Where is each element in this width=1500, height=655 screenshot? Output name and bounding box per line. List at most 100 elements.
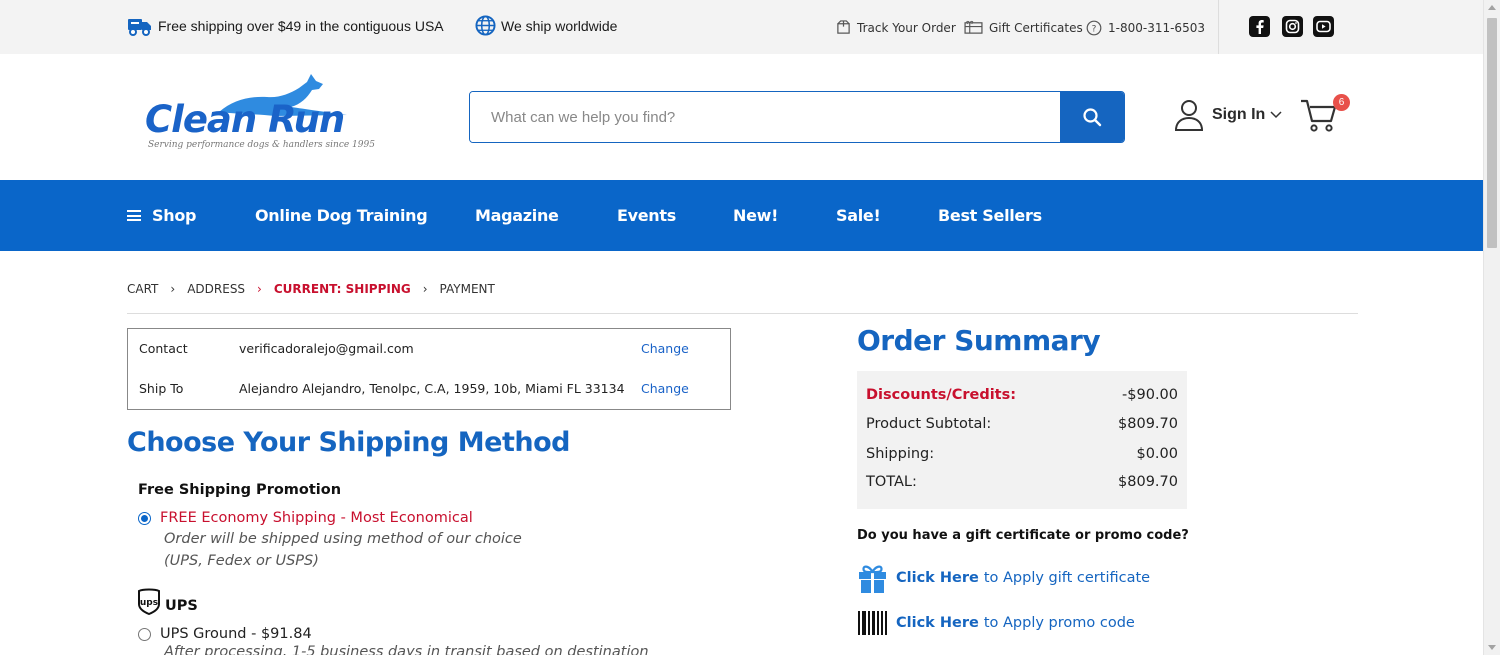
chevron-down-icon — [1270, 111, 1282, 119]
truck-icon — [128, 19, 151, 36]
breadcrumb-divider — [127, 313, 1358, 314]
gift-link-text[interactable]: to Apply gift certificate — [984, 570, 1150, 586]
gift-certificates-link[interactable]: Gift Certificates — [964, 20, 1083, 35]
free-economy-note-2: (UPS, Fedex or USPS) — [164, 553, 319, 569]
search-icon — [1083, 108, 1102, 127]
discounts-label: Discounts/Credits: — [866, 387, 1017, 403]
page-scrollbar[interactable] — [1483, 0, 1500, 655]
ups-ground-radio[interactable] — [138, 627, 151, 641]
phone-link[interactable]: ? 1-800-311-6503 — [1086, 20, 1205, 36]
change-contact-link[interactable]: Change — [641, 341, 689, 356]
search-input[interactable] — [470, 92, 1060, 142]
total-value: $809.70 — [1118, 474, 1178, 490]
hamburger-icon — [127, 208, 141, 224]
shipping-value: $0.00 — [1136, 446, 1178, 462]
worldwide-notice: We ship worldwide — [475, 15, 617, 36]
track-order-link[interactable]: Track Your Order — [836, 20, 956, 35]
free-economy-option[interactable]: FREE Economy Shipping - Most Economical — [138, 510, 473, 526]
certificate-icon — [964, 20, 983, 34]
logo-tagline: Serving performance dogs & handlers sinc… — [148, 140, 375, 150]
breadcrumb-address[interactable]: ADDRESS — [187, 282, 245, 296]
free-shipping-group-title: Free Shipping Promotion — [138, 482, 342, 498]
search-button[interactable] — [1060, 92, 1124, 142]
user-icon — [1174, 100, 1204, 131]
sign-in-label[interactable]: Sign In — [1212, 106, 1265, 124]
free-shipping-notice: Free shipping over $49 in the contiguous… — [127, 15, 444, 37]
globe-icon — [475, 15, 496, 36]
ups-ground-option[interactable]: UPS Ground - $91.84 — [138, 626, 312, 642]
chevron-right-icon: › — [422, 282, 428, 296]
package-icon — [837, 20, 850, 34]
clean-run-logo[interactable]: Clean Run Serving performance dogs & han… — [145, 72, 385, 154]
ups-ground-note: After processing, 1-5 business days in t… — [164, 644, 649, 655]
facebook-icon[interactable] — [1249, 16, 1270, 37]
subtotal-label: Product Subtotal: — [866, 416, 992, 432]
sign-in-menu[interactable]: Sign In — [1174, 99, 1282, 131]
nav-item-new[interactable]: New! — [733, 206, 778, 225]
nav-label-events[interactable]: Events — [617, 206, 676, 225]
promo-click-here[interactable]: Click Here — [896, 615, 979, 631]
total-label: TOTAL: — [866, 474, 917, 490]
order-summary-panel: Discounts/Credits: -$90.00 Product Subto… — [857, 371, 1187, 509]
nav-item-sale[interactable]: Sale! — [836, 206, 881, 225]
change-ship-to-link[interactable]: Change — [641, 381, 689, 396]
contact-label: Contact — [139, 341, 188, 356]
breadcrumb-cart[interactable]: CART — [127, 282, 158, 296]
logo-wordmark: Clean Run — [145, 98, 345, 141]
breadcrumb-shipping: CURRENT: SHIPPING — [273, 282, 411, 296]
gift-certificates-label[interactable]: Gift Certificates — [989, 21, 1083, 35]
scrollbar-thumb[interactable] — [1487, 18, 1497, 248]
order-summary-heading: Order Summary — [857, 324, 1101, 357]
ups-group-title: UPS — [165, 598, 198, 614]
site-header: Clean Run Serving performance dogs & han… — [0, 54, 1483, 180]
topbar-divider — [1218, 0, 1219, 54]
worldwide-text: We ship worldwide — [501, 17, 618, 34]
shipping-method-heading: Choose Your Shipping Method — [127, 427, 570, 458]
nav-item-best-sellers[interactable]: Best Sellers — [938, 206, 1042, 225]
apply-gift-certificate-link[interactable]: Click Here to Apply gift certificate — [857, 562, 1150, 594]
nav-label-magazine[interactable]: Magazine — [475, 206, 559, 225]
svg-text:?: ? — [1092, 25, 1097, 35]
top-utility-bar: Free shipping over $49 in the contiguous… — [0, 0, 1483, 54]
free-economy-radio[interactable] — [138, 511, 151, 525]
ups-ground-label[interactable]: UPS Ground - $91.84 — [160, 626, 312, 642]
gift-click-here[interactable]: Click Here — [896, 570, 979, 586]
nav-item-events[interactable]: Events — [617, 206, 676, 225]
ship-to-label: Ship To — [139, 381, 184, 396]
phone-label[interactable]: 1-800-311-6503 — [1108, 21, 1205, 35]
youtube-icon[interactable] — [1313, 16, 1334, 37]
apply-promo-code-link[interactable]: Click Here to Apply promo code — [857, 610, 1135, 636]
discounts-value: -$90.00 — [1122, 387, 1178, 403]
nav-item-online-dog-training[interactable]: Online Dog Training — [255, 206, 428, 225]
nav-label-sale[interactable]: Sale! — [836, 206, 881, 225]
breadcrumb-payment: PAYMENT — [439, 282, 495, 296]
free-economy-label[interactable]: FREE Economy Shipping - Most Economical — [160, 510, 473, 526]
svg-text:ups: ups — [140, 598, 158, 608]
gift-icon — [859, 565, 886, 593]
shipping-label: Shipping: — [866, 446, 935, 462]
chevron-right-icon: › — [257, 282, 262, 296]
nav-item-magazine[interactable]: Magazine — [475, 206, 559, 225]
chevron-right-icon: › — [170, 282, 176, 296]
nav-label-best-sellers[interactable]: Best Sellers — [938, 206, 1042, 225]
contact-summary-box: Contact verificadoralejo@gmail.com Chang… — [127, 328, 731, 410]
ship-to-value: Alejandro Alejandro, Tenolpc, C.A, 1959,… — [239, 381, 625, 396]
instagram-icon[interactable] — [1282, 16, 1303, 37]
scroll-up-arrow-icon[interactable] — [1488, 5, 1496, 10]
help-icon: ? — [1086, 20, 1102, 36]
nav-label-online-dog-training[interactable]: Online Dog Training — [255, 206, 428, 225]
nav-item-shop[interactable]: Shop — [127, 206, 196, 225]
ups-logo-icon: ups — [138, 588, 160, 615]
scroll-down-arrow-icon[interactable] — [1488, 645, 1496, 650]
cart-button[interactable]: 6 — [1300, 94, 1350, 134]
nav-label-new[interactable]: New! — [733, 206, 778, 225]
subtotal-value: $809.70 — [1118, 416, 1178, 432]
cart-count-badge: 6 — [1333, 94, 1350, 111]
track-order-label[interactable]: Track Your Order — [857, 21, 956, 35]
free-economy-note-1: Order will be shipped using method of ou… — [164, 531, 522, 547]
nav-label-shop[interactable]: Shop — [152, 206, 196, 225]
barcode-icon — [858, 611, 887, 635]
promo-link-text[interactable]: to Apply promo code — [984, 615, 1135, 631]
search-bar — [469, 91, 1125, 143]
checkout-breadcrumb: CART › ADDRESS › CURRENT: SHIPPING › PAY… — [127, 282, 495, 296]
